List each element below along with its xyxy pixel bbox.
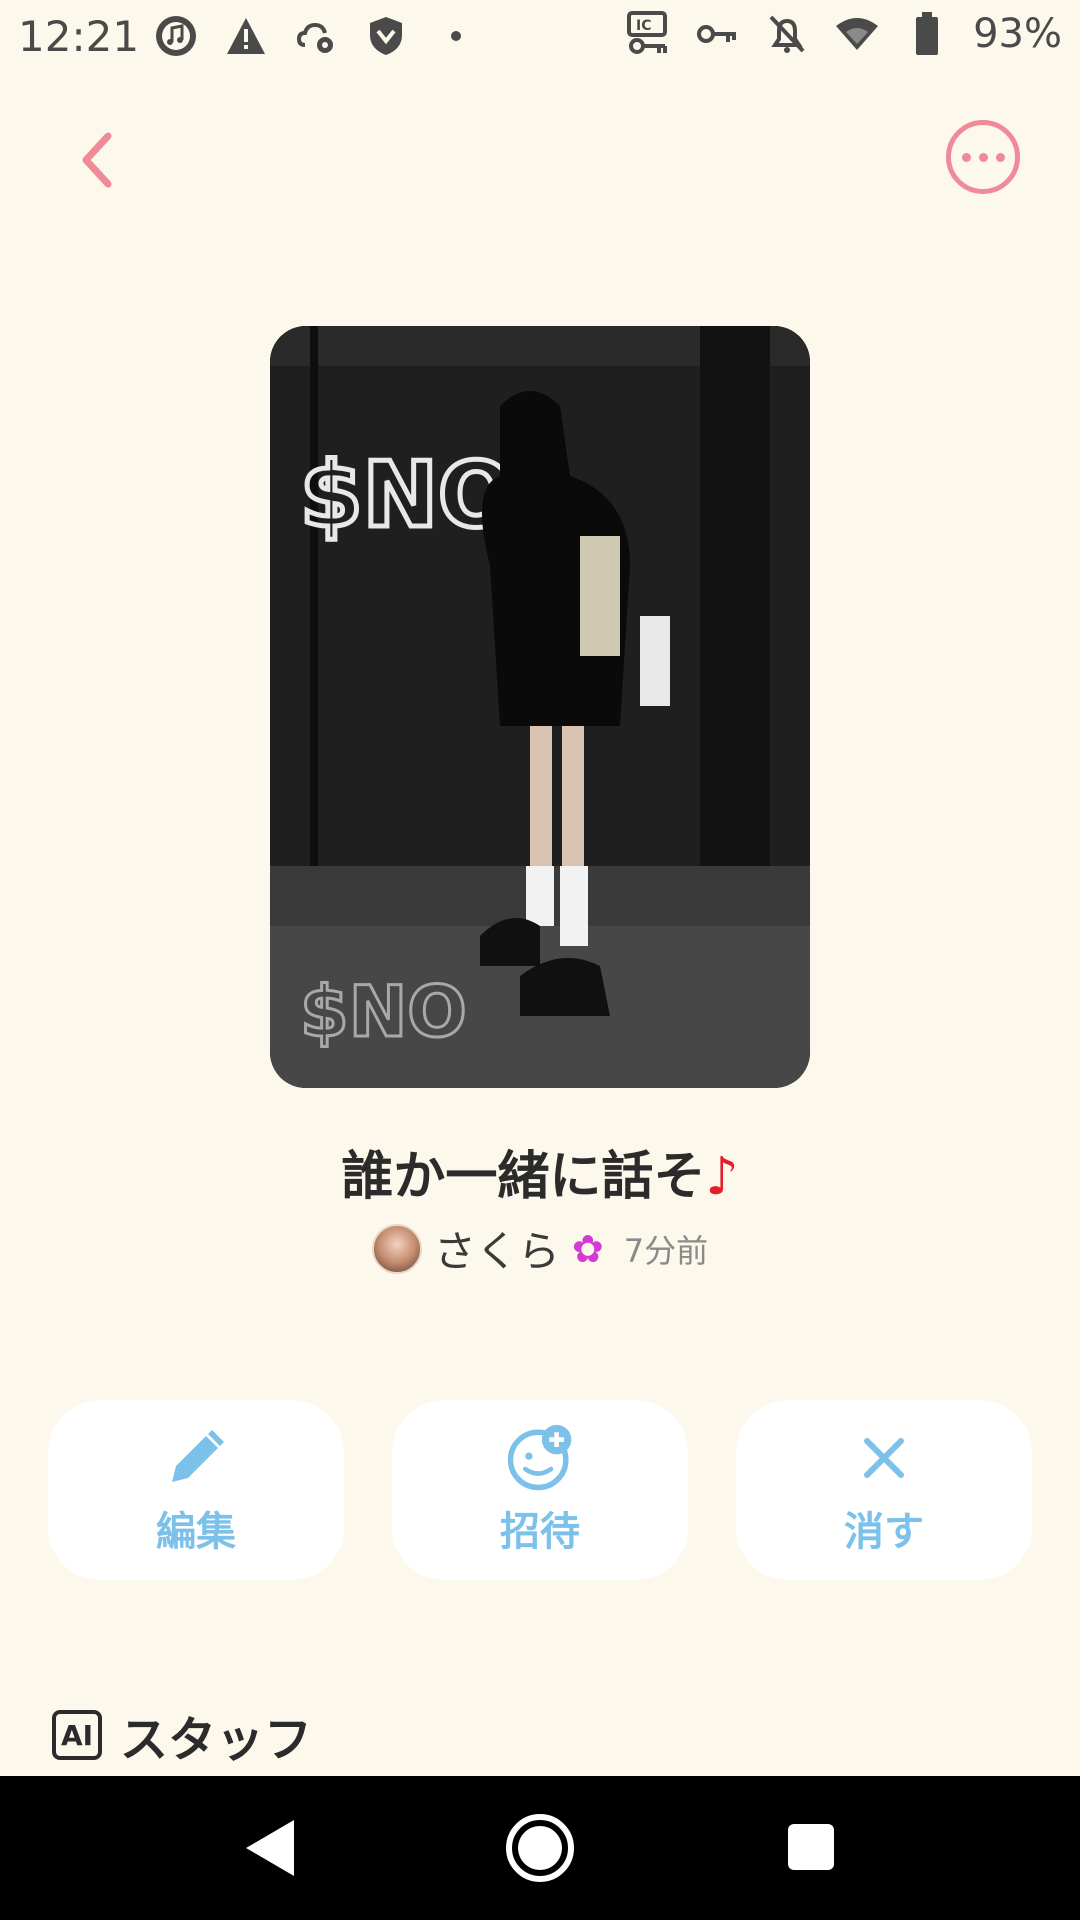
- nav-home-icon[interactable]: [506, 1814, 574, 1882]
- svg-text:$NO: $NO: [300, 971, 467, 1053]
- close-icon: [849, 1423, 919, 1493]
- delete-label: 消す: [844, 1509, 924, 1555]
- notifications-off-icon: [763, 10, 811, 58]
- staff-label: スタッフ: [120, 1712, 313, 1768]
- back-button[interactable]: [66, 120, 126, 200]
- navigation-bar: [0, 1776, 1080, 1920]
- edit-label: 編集: [156, 1509, 236, 1555]
- battery-percent: 93%: [973, 11, 1062, 57]
- shield-icon: [362, 12, 410, 60]
- screen: 12:21 IC 93% $NO $NO 誰か一緒に話そ♪ さくら ✿ 7分前 …: [0, 0, 1080, 1920]
- post-title-text: 誰か一緒に話そ: [341, 1147, 706, 1207]
- nav-recents-icon[interactable]: [788, 1824, 834, 1870]
- svg-text:$NO: $NO: [300, 443, 514, 548]
- vpn-key-icon: IC: [623, 10, 671, 58]
- author-name[interactable]: さくら: [434, 1218, 560, 1279]
- more-horizontal-icon-dot: [978, 152, 988, 162]
- status-time: 12:21: [18, 12, 140, 61]
- invite-face-icon: [505, 1423, 575, 1493]
- nav-home-inner: [518, 1826, 562, 1870]
- invite-label: 招待: [500, 1509, 580, 1555]
- post-title: 誰か一緒に話そ♪: [0, 1134, 1080, 1209]
- music-note-emoji: ♪: [705, 1147, 739, 1207]
- chevron-left-icon: [82, 132, 112, 188]
- status-bar: 12:21 IC 93%: [0, 0, 1080, 76]
- dot-icon: [432, 12, 480, 60]
- music-icon: [152, 12, 200, 60]
- status-left-icons: [152, 12, 480, 60]
- author-avatar[interactable]: [371, 1223, 422, 1274]
- warning-icon: [222, 12, 270, 60]
- more-options-button[interactable]: [946, 120, 1020, 194]
- post-photo[interactable]: $NO $NO: [270, 326, 810, 1088]
- wifi-icon: [833, 10, 881, 58]
- pencil-icon: [161, 1423, 231, 1493]
- more-horizontal-icon-dot: [961, 152, 971, 162]
- post-time: 7分前: [623, 1231, 709, 1270]
- post-meta: さくら ✿ 7分前: [0, 1218, 1080, 1279]
- more-horizontal-icon-dot: [995, 152, 1005, 162]
- flower-icon: ✿: [571, 1226, 604, 1271]
- action-buttons: 編集 招待 消す: [48, 1400, 1032, 1580]
- battery-icon: [903, 10, 951, 58]
- settings-cloud-icon: [292, 12, 340, 60]
- staff-section: AI スタッフ: [52, 1700, 312, 1770]
- edit-button[interactable]: 編集: [48, 1400, 344, 1580]
- invite-button[interactable]: 招待: [392, 1400, 688, 1580]
- nav-back-icon[interactable]: [240, 1816, 300, 1880]
- delete-button[interactable]: 消す: [736, 1400, 1032, 1580]
- status-right-icons: IC 93%: [623, 10, 1062, 58]
- key-icon: [693, 10, 741, 58]
- ai-badge-icon: AI: [52, 1710, 102, 1760]
- photo-placeholder: $NO $NO: [270, 326, 810, 1088]
- svg-text:IC: IC: [636, 18, 651, 34]
